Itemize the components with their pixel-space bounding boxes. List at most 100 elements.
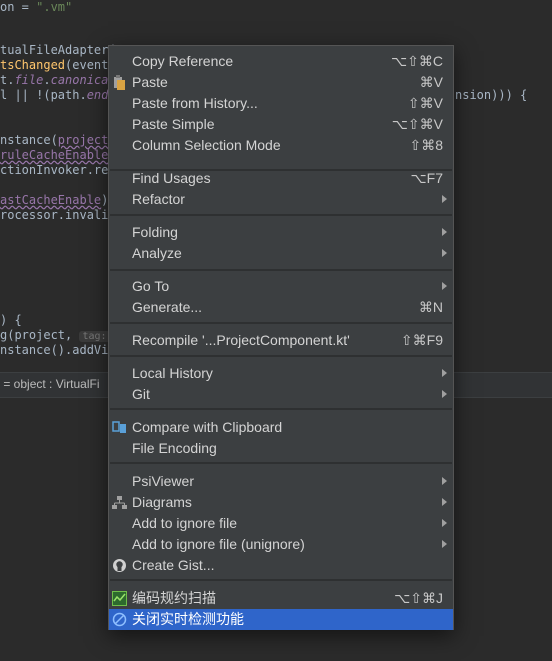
- menu-item-column-selection-mode[interactable]: Column Selection Mode ⇧⌘8: [109, 135, 453, 156]
- menu-item-shortcut: ⌥F7: [410, 170, 443, 186]
- submenu-arrow-icon: [442, 282, 447, 290]
- code-token: tsChanged: [0, 58, 66, 72]
- menu-item-label: File Encoding: [132, 440, 217, 456]
- breadcrumb-text: = object : VirtualFi: [0, 377, 100, 391]
- menu-item-compare-with-clipboard[interactable]: Compare with Clipboard: [109, 417, 453, 438]
- code-token: t.: [0, 73, 15, 87]
- code-token: ruleCacheEnable: [0, 148, 109, 162]
- clipboard-icon: [112, 75, 127, 90]
- menu-item-analyze[interactable]: Analyze: [109, 243, 453, 264]
- menu-item-git[interactable]: Git: [109, 384, 453, 405]
- menu-item-label: Compare with Clipboard: [132, 419, 283, 435]
- menu-item-local-history[interactable]: Local History: [109, 363, 453, 384]
- menu-separator: [110, 462, 452, 464]
- menu-item-diagrams[interactable]: Diagrams: [109, 492, 453, 513]
- code-token: on =: [0, 0, 37, 14]
- menu-item-label: Find Usages: [132, 170, 211, 186]
- submenu-arrow-icon: [442, 228, 447, 236]
- menu-item-folding[interactable]: Folding: [109, 222, 453, 243]
- code-token: rocessor.invalid: [0, 208, 116, 222]
- menu-item-label: Paste from History...: [132, 95, 258, 111]
- menu-item-label: Analyze: [132, 245, 182, 261]
- code-line: ctionInvoker.ref: [0, 163, 116, 178]
- menu-item-item-22[interactable]: 关闭实时检测功能: [109, 609, 453, 630]
- code-fragment-right: nsion))) {: [455, 88, 528, 102]
- menu-separator: [110, 322, 452, 324]
- code-token: file: [14, 73, 44, 87]
- code-token: nstance(: [0, 133, 58, 147]
- menu-item-label: Go To: [132, 278, 170, 294]
- menu-item-shortcut: ⇧⌘V: [407, 95, 443, 111]
- menu-item-paste[interactable]: Paste ⌘V: [109, 72, 453, 93]
- code-line: l || !(path.ends: [0, 88, 116, 103]
- github-icon: [112, 558, 127, 573]
- code-token: l || !(path.: [0, 88, 87, 102]
- code-line: t.file.canonical: [0, 73, 116, 88]
- menu-item-go-to[interactable]: Go To: [109, 276, 453, 297]
- code-token: ) {: [0, 313, 22, 327]
- menu-item-shortcut: ⇧⌘8: [409, 137, 443, 153]
- code-token: nstance().addVir: [0, 343, 116, 357]
- menu-item-label: Create Gist...: [132, 557, 215, 573]
- code-token: ctionInvoker.ref: [0, 163, 116, 177]
- menu-item-shortcut: ⌥⇧⌘V: [391, 116, 443, 132]
- menu-item-generate[interactable]: Generate... ⌘N: [109, 297, 453, 318]
- menu-item-item-21[interactable]: 编码规约扫描 ⌥⇧⌘J: [109, 588, 453, 609]
- menu-item-paste-simple[interactable]: Paste Simple ⌥⇧⌘V: [109, 114, 453, 135]
- submenu-arrow-icon: [442, 498, 447, 506]
- code-token: astCacheEnable: [0, 193, 102, 207]
- menu-item-label: 编码规约扫描: [132, 590, 216, 606]
- code-line: nstance(project): [0, 133, 116, 148]
- menu-item-label: Diagrams: [132, 494, 192, 510]
- menu-item-shortcut: ⌘V: [419, 74, 443, 90]
- code-token: canonical: [50, 73, 116, 87]
- context-menu: Copy Reference ⌥⇧⌘C Paste ⌘V Paste from Hist…: [108, 45, 454, 630]
- menu-item-label: Add to ignore file (unignore): [132, 536, 305, 552]
- submenu-arrow-icon: [442, 540, 447, 548]
- menu-item-psiviewer[interactable]: PsiViewer: [109, 471, 453, 492]
- code-line: nstance().addVir: [0, 343, 116, 358]
- menu-item-shortcut: ⌥⇧⌘C: [391, 53, 443, 69]
- compare-icon: [112, 420, 127, 435]
- menu-item-label: PsiViewer: [132, 473, 194, 489]
- code-line: ) {: [0, 313, 22, 328]
- menu-item-label: 关闭实时检测功能: [132, 611, 244, 627]
- code-token: tualFileAdapter(: [0, 43, 116, 57]
- menu-item-label: Add to ignore file: [132, 515, 238, 531]
- code-token: g(project,: [0, 328, 80, 342]
- disable-icon: [112, 612, 127, 627]
- submenu-arrow-icon: [442, 249, 447, 257]
- submenu-arrow-icon: [442, 195, 447, 203]
- code-line: astCacheEnable): [0, 193, 108, 208]
- menu-item-label: Column Selection Mode: [132, 137, 281, 153]
- code-line: rocessor.invalid: [0, 208, 116, 223]
- menu-item-label: Recompile '...ProjectComponent.kt': [132, 332, 350, 348]
- submenu-arrow-icon: [442, 519, 447, 527]
- submenu-arrow-icon: [442, 390, 447, 398]
- code-token: tag:: [79, 331, 110, 342]
- menu-item-label: Folding: [132, 224, 178, 240]
- menu-item-shortcut: ⌘N: [418, 299, 443, 315]
- menu-item-refactor[interactable]: Refactor: [109, 189, 453, 210]
- menu-item-recompile-projectcomponent-kt[interactable]: Recompile '...ProjectComponent.kt' ⇧⌘F9: [109, 330, 453, 351]
- menu-item-label: Refactor: [132, 191, 185, 207]
- menu-item-shortcut: ⇧⌘F9: [400, 332, 443, 348]
- code-token: ".vm": [36, 0, 73, 14]
- menu-item-label: Copy Reference: [132, 53, 234, 69]
- menu-item-label: Local History: [132, 365, 213, 381]
- menu-item-add-to-ignore-file-unignore[interactable]: Add to ignore file (unignore): [109, 534, 453, 555]
- submenu-arrow-icon: [442, 369, 447, 377]
- menu-item-add-to-ignore-file[interactable]: Add to ignore file: [109, 513, 453, 534]
- menu-separator: [110, 408, 452, 410]
- menu-item-copy-reference[interactable]: Copy Reference ⌥⇧⌘C: [109, 51, 453, 72]
- menu-item-paste-from-history[interactable]: Paste from History... ⇧⌘V: [109, 93, 453, 114]
- menu-separator: [110, 579, 452, 581]
- menu-separator: [110, 214, 452, 216]
- menu-item-create-gist[interactable]: Create Gist...: [109, 555, 453, 576]
- menu-item-label: Paste Simple: [132, 116, 215, 132]
- menu-separator: [110, 269, 452, 271]
- menu-item-file-encoding[interactable]: File Encoding: [109, 438, 453, 459]
- menu-item-shortcut: ⌥⇧⌘J: [394, 590, 443, 606]
- menu-item-find-usages[interactable]: Find Usages ⌥F7: [109, 168, 453, 189]
- submenu-arrow-icon: [442, 477, 447, 485]
